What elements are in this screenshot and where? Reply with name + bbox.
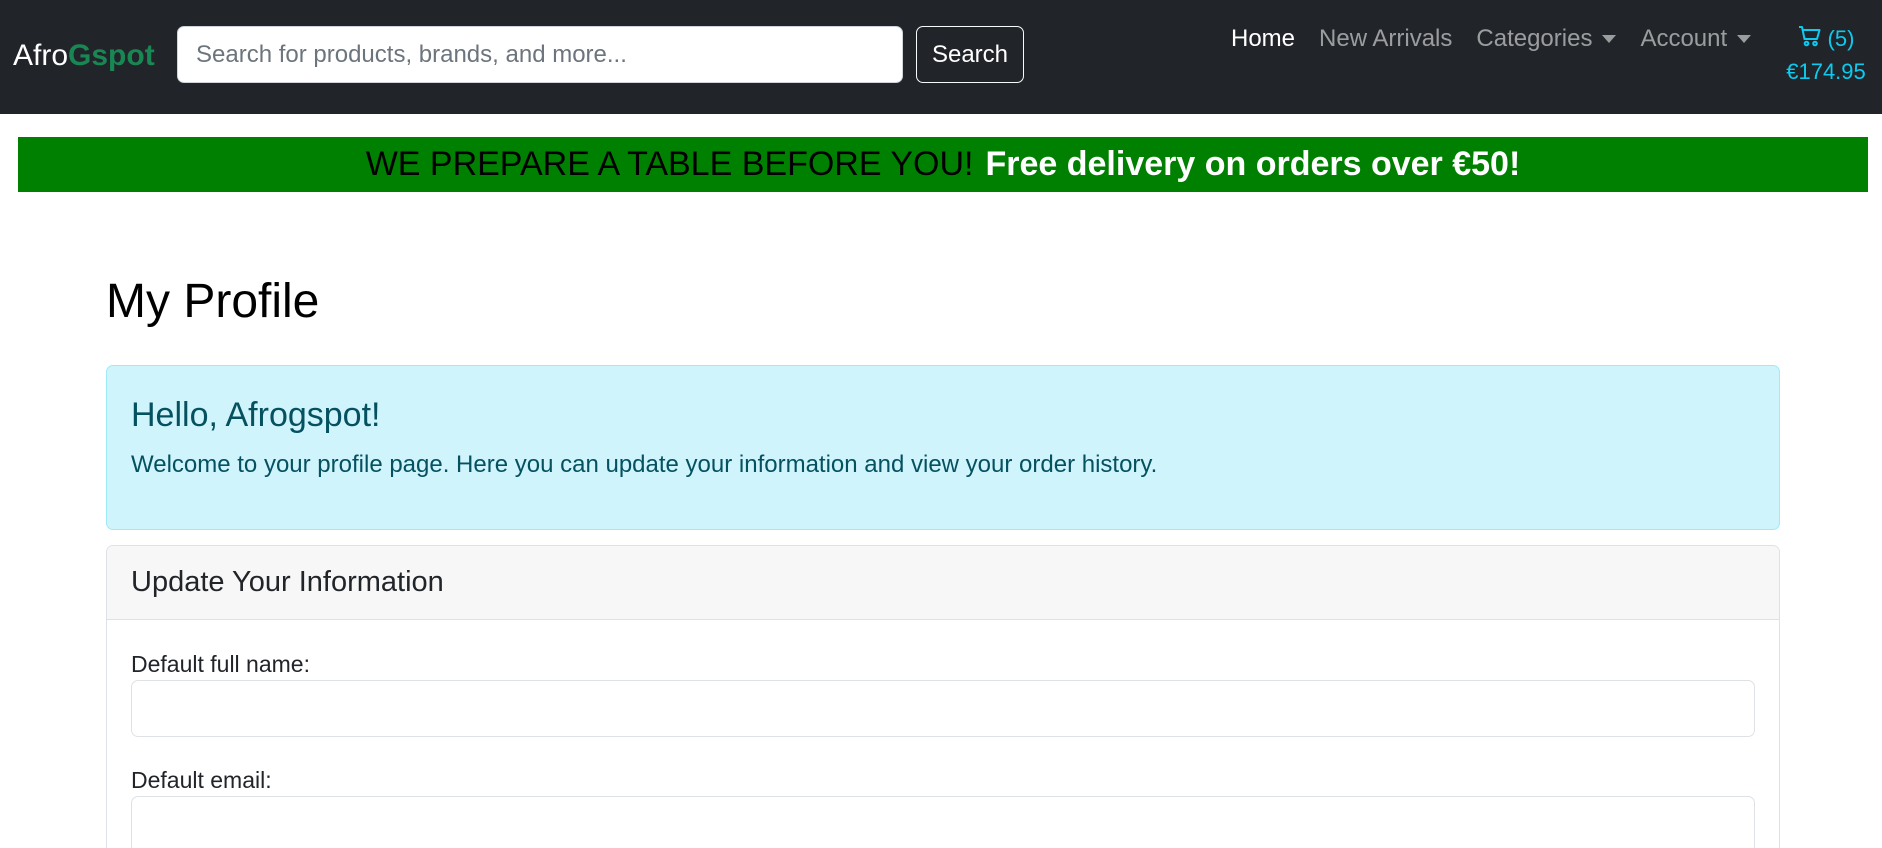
- page-title: My Profile: [106, 275, 320, 328]
- search-button[interactable]: Search: [916, 26, 1024, 83]
- search-input[interactable]: [177, 26, 903, 83]
- top-navbar: AfroGspot Search Home New Arrivals Categ…: [0, 0, 1882, 114]
- brand-text-part1: Afro: [13, 39, 69, 72]
- nav-home[interactable]: Home: [1231, 25, 1295, 53]
- nav-account-dropdown[interactable]: Account: [1640, 25, 1752, 53]
- banner-delivery-offer: Free delivery on orders over €50!: [985, 145, 1521, 183]
- chevron-down-icon: [1737, 35, 1752, 43]
- cart-count: (5): [1827, 26, 1855, 51]
- nav-links: Home New Arrivals Categories Account: [1231, 22, 1775, 56]
- welcome-alert: Hello, Afrogspot! Welcome to your profil…: [106, 365, 1780, 530]
- cart-total: €174.95: [1786, 59, 1866, 84]
- cart-button[interactable]: (5) €174.95: [1778, 22, 1874, 86]
- full-name-field[interactable]: [131, 680, 1755, 737]
- nav-new-arrivals[interactable]: New Arrivals: [1319, 25, 1452, 53]
- nav-account-label: Account: [1640, 25, 1728, 52]
- alert-text: Welcome to your profile page. Here you c…: [131, 451, 1158, 478]
- full-name-label: Default full name:: [131, 651, 310, 677]
- promo-banner: WE PREPARE A TABLE BEFORE YOU! Free deli…: [18, 137, 1868, 192]
- nav-categories-dropdown[interactable]: Categories: [1476, 25, 1617, 53]
- card-title: Update Your Information: [131, 566, 444, 598]
- nav-categories-label: Categories: [1476, 25, 1593, 52]
- brand-text-part2: Gspot: [68, 39, 155, 72]
- cart-icon: [1798, 25, 1828, 53]
- brand-logo[interactable]: AfroGspot: [13, 36, 155, 76]
- update-info-card: Update Your Information Default full nam…: [106, 545, 1780, 848]
- chevron-down-icon: [1602, 35, 1617, 43]
- card-header: Update Your Information: [107, 546, 1779, 620]
- alert-heading: Hello, Afrogspot!: [131, 396, 381, 434]
- email-field[interactable]: [131, 796, 1755, 848]
- email-label: Default email:: [131, 767, 272, 793]
- banner-slogan: WE PREPARE A TABLE BEFORE YOU!: [365, 145, 974, 183]
